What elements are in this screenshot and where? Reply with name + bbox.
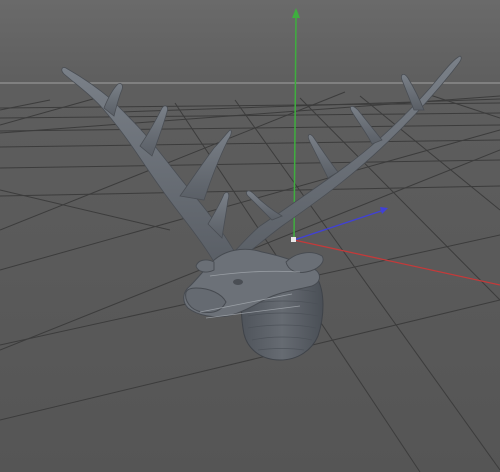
3d-viewport[interactable] (0, 0, 500, 472)
viewport-canvas[interactable] (0, 0, 500, 472)
axis-origin (291, 237, 296, 242)
deer-eye (233, 279, 243, 285)
deer-ear-left (195, 259, 215, 273)
